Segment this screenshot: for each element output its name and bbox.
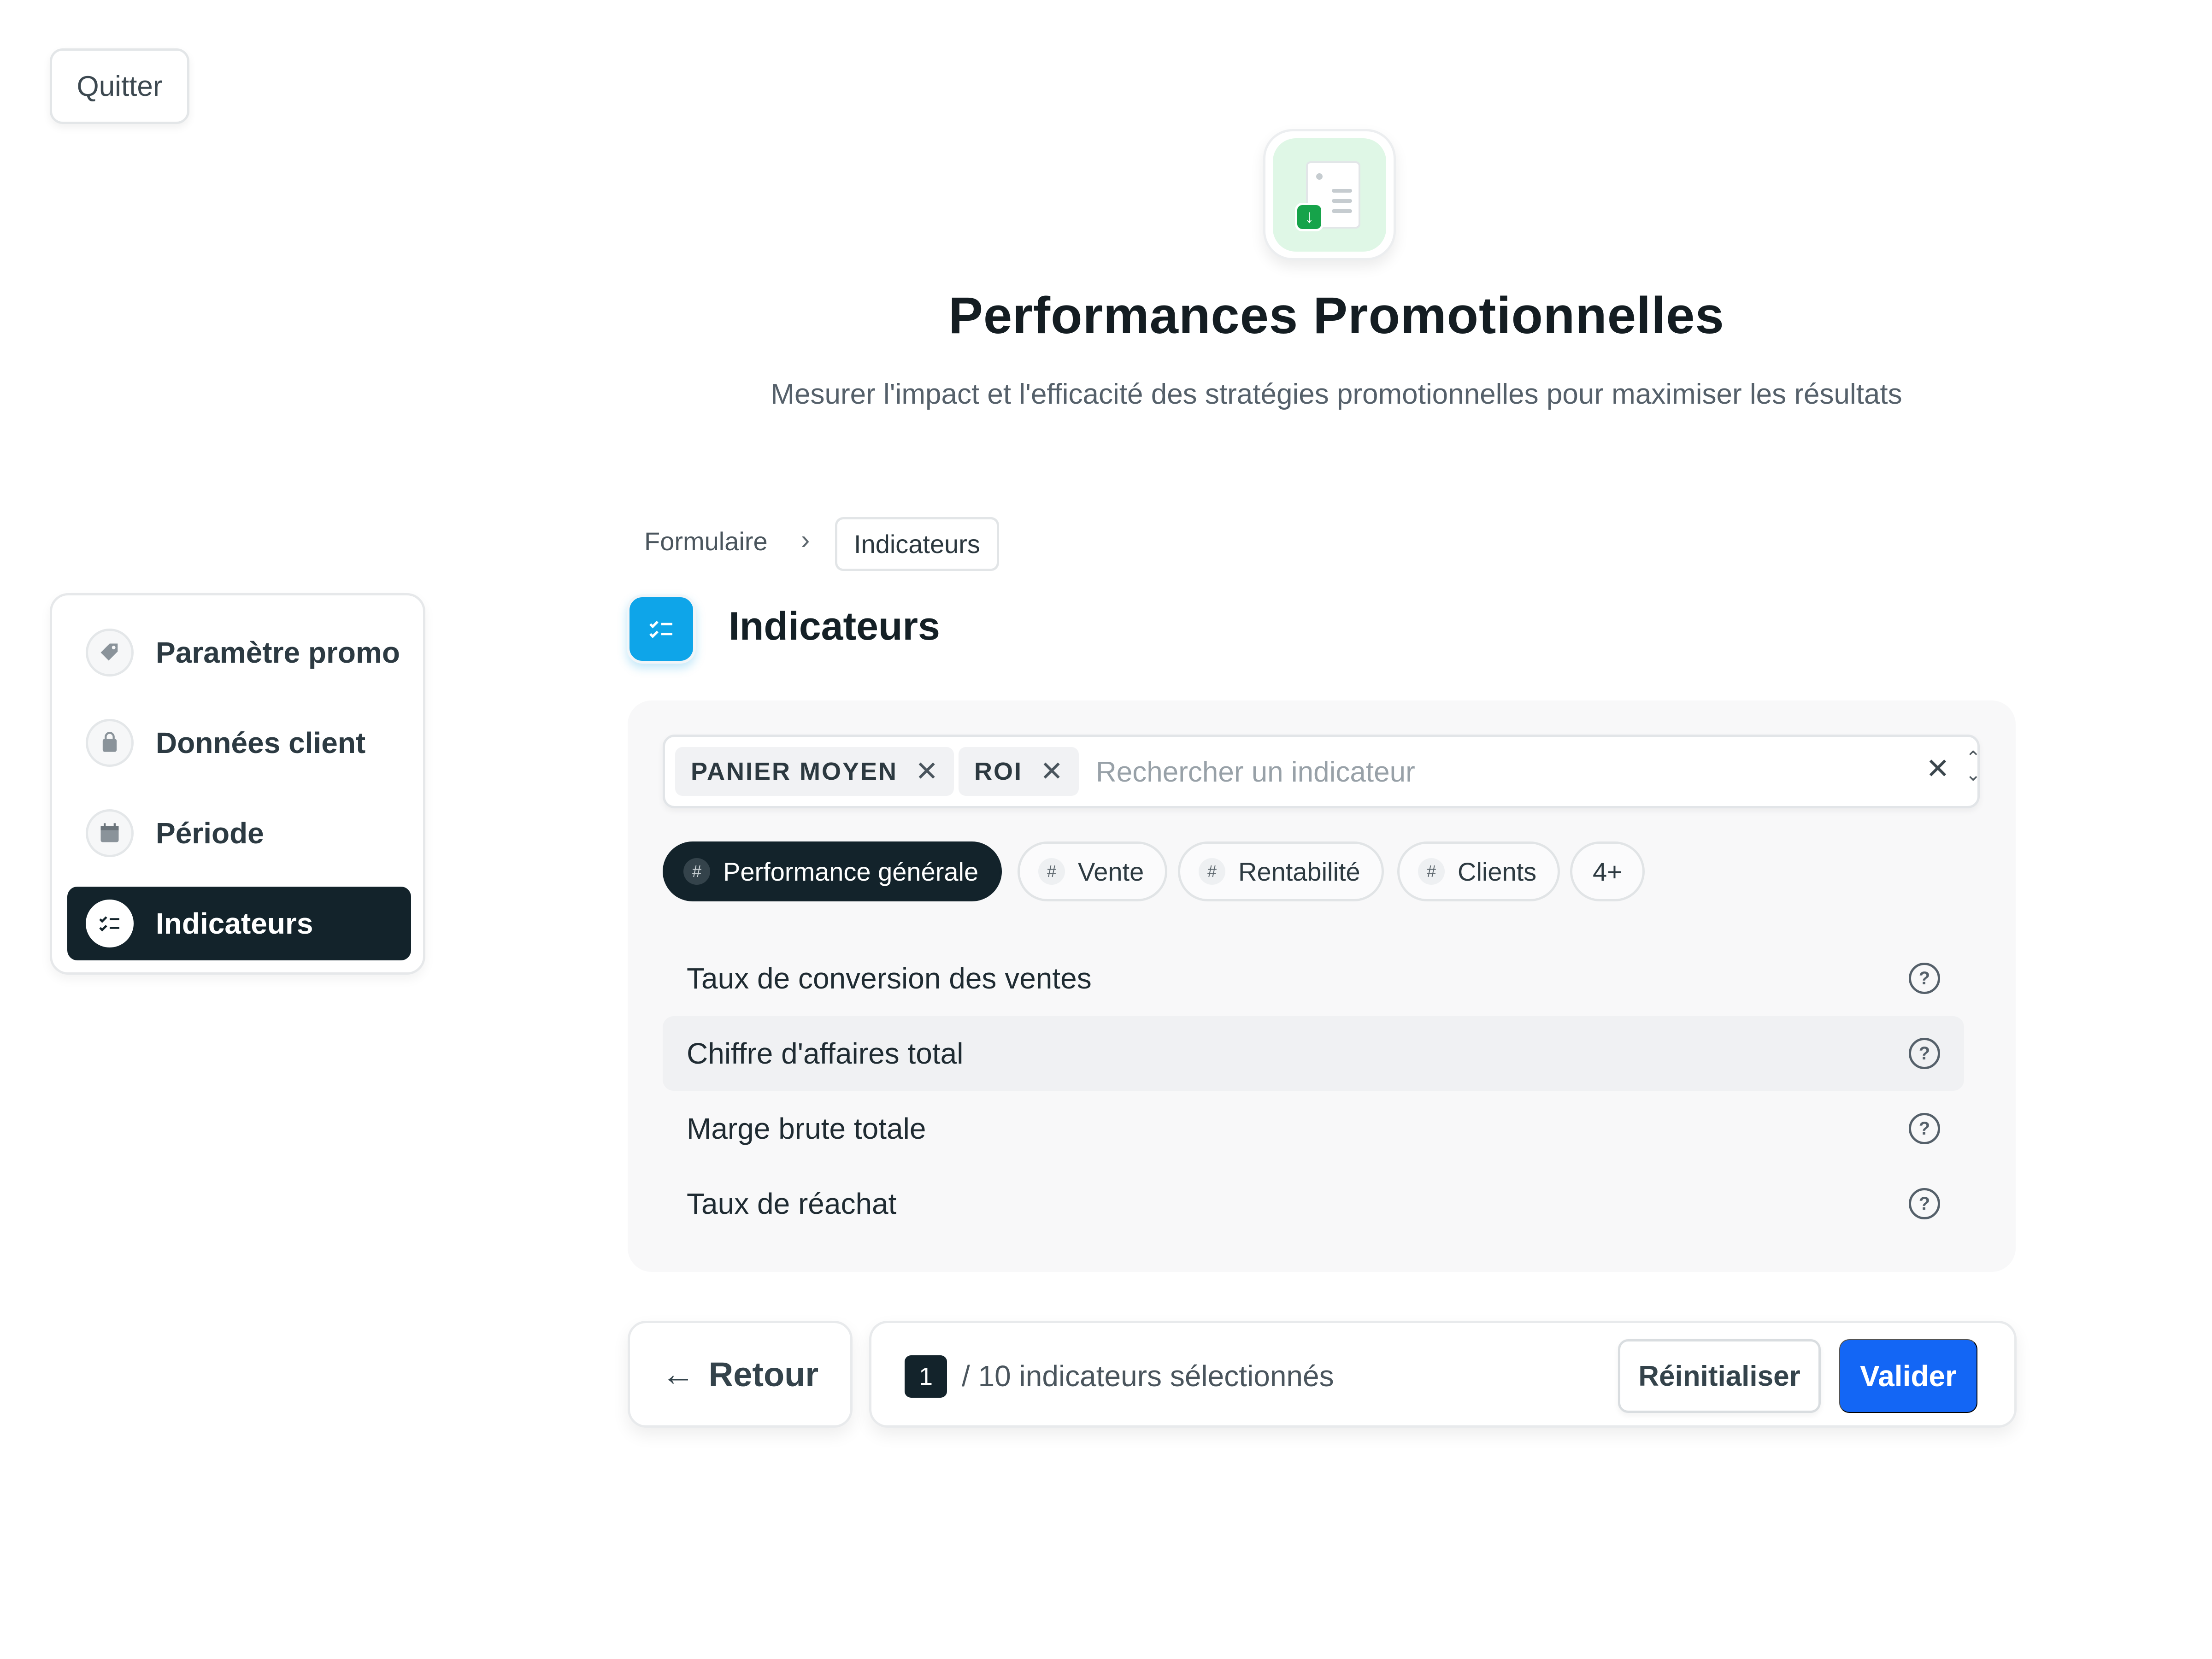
tag-label: Vente	[1078, 857, 1144, 886]
tag-icon	[86, 629, 134, 677]
help-icon[interactable]: ?	[1909, 963, 1940, 994]
hash-icon: #	[683, 858, 710, 885]
indicator-item[interactable]: Chiffre d'affaires total ?	[663, 1016, 1964, 1091]
help-icon[interactable]: ?	[1909, 1113, 1940, 1144]
chip-label: ROI	[974, 758, 1023, 785]
tag-label: Rentabilité	[1238, 857, 1360, 886]
category-tag-performance-generale[interactable]: # Performance générale	[663, 841, 1002, 901]
indicator-multiselect[interactable]: PANIER MOYEN ✕ ROI ✕ ✕ ⌃⌄	[663, 735, 1981, 808]
indicator-item[interactable]: Taux de réachat ?	[663, 1166, 1964, 1241]
back-label: Retour	[708, 1355, 819, 1394]
remove-chip-icon[interactable]: ✕	[915, 755, 938, 788]
clear-icon[interactable]: ✕	[1926, 752, 1950, 785]
validate-button[interactable]: Valider	[1839, 1339, 1977, 1413]
sidebar-item-periode[interactable]: Période	[67, 796, 411, 870]
sidebar-item-label: Période	[156, 817, 264, 850]
more-categories-button[interactable]: 4+	[1570, 841, 1645, 901]
selected-chip: PANIER MOYEN ✕	[675, 747, 954, 796]
tag-label: Performance générale	[723, 857, 979, 886]
selected-chip: ROI ✕	[959, 747, 1079, 796]
breadcrumb-item-formulaire[interactable]: Formulaire	[644, 526, 768, 556]
indicator-item[interactable]: Taux de conversion des ventes ?	[663, 941, 1964, 1016]
shopping-bag-icon	[86, 719, 134, 767]
chevron-up-down-icon[interactable]: ⌃ ⌄	[1965, 749, 1981, 784]
category-tag-clients[interactable]: # Clients	[1397, 841, 1560, 901]
indicator-label: Marge brute totale	[687, 1112, 926, 1145]
category-tag-rentabilite[interactable]: # Rentabilité	[1178, 841, 1384, 901]
page-subtitle: Mesurer l'impact et l'efficacité des str…	[771, 378, 1902, 410]
download-icon: ↓	[1295, 202, 1324, 231]
category-tag-vente[interactable]: # Vente	[1018, 841, 1168, 901]
selected-count-text: / 10 indicateurs sélectionnés	[962, 1359, 1334, 1393]
selection-footer: 1 / 10 indicateurs sélectionnés Réinitia…	[869, 1321, 2017, 1428]
indicator-item[interactable]: Marge brute totale ?	[663, 1091, 1964, 1166]
checklist-icon	[627, 594, 696, 664]
form-icon: ↓	[1263, 129, 1396, 260]
sidebar-item-label: Indicateurs	[156, 907, 313, 940]
search-input[interactable]	[1096, 750, 1833, 794]
back-button[interactable]: ← Retour	[628, 1321, 853, 1428]
indicator-label: Taux de conversion des ventes	[687, 962, 1092, 995]
reset-button[interactable]: Réinitialiser	[1618, 1339, 1821, 1413]
steps-sidebar: Paramètre promo Données client Période I…	[50, 593, 425, 975]
indicator-label: Chiffre d'affaires total	[687, 1037, 964, 1070]
checklist-icon	[86, 900, 134, 947]
help-icon[interactable]: ?	[1909, 1038, 1940, 1069]
hash-icon: #	[1199, 858, 1225, 885]
calendar-icon	[86, 809, 134, 857]
page-title: Performances Promotionnelles	[948, 287, 1724, 344]
section-title: Indicateurs	[729, 604, 940, 648]
indicators-panel: PANIER MOYEN ✕ ROI ✕ ✕ ⌃⌄ # Performance …	[628, 700, 2016, 1272]
sidebar-item-indicateurs[interactable]: Indicateurs	[67, 887, 411, 960]
help-icon[interactable]: ?	[1909, 1188, 1940, 1219]
hash-icon: #	[1418, 858, 1445, 885]
arrow-left-icon: ←	[661, 1356, 695, 1393]
remove-chip-icon[interactable]: ✕	[1040, 755, 1063, 788]
hash-icon: #	[1038, 858, 1065, 885]
chip-label: PANIER MOYEN	[691, 758, 898, 785]
quit-button[interactable]: Quitter	[50, 48, 189, 124]
sidebar-item-label: Paramètre promo	[156, 636, 400, 669]
chevron-right-icon: ›	[801, 525, 810, 555]
tag-label: Clients	[1458, 857, 1537, 886]
sidebar-item-parametre-promo[interactable]: Paramètre promo	[67, 616, 411, 689]
sidebar-item-donnees-client[interactable]: Données client	[67, 706, 411, 780]
indicator-label: Taux de réachat	[687, 1187, 897, 1220]
sidebar-item-label: Données client	[156, 726, 366, 759]
breadcrumb-item-current: Indicateurs	[835, 517, 999, 571]
selected-count-badge: 1	[905, 1355, 947, 1398]
